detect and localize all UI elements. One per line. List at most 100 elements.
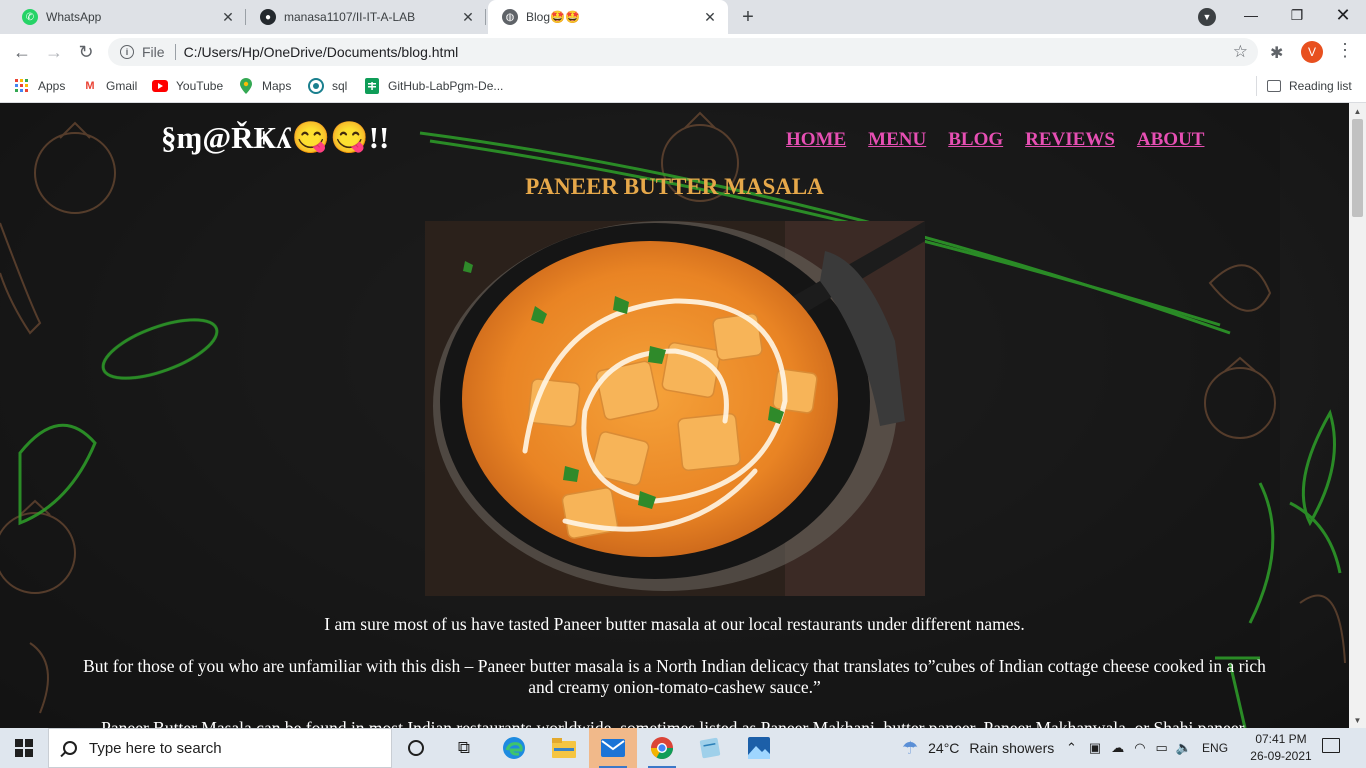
reload-button[interactable]: ↻ (72, 38, 100, 66)
reading-list-icon (1267, 80, 1281, 92)
clock-date: 26-09-2021 (1250, 749, 1312, 763)
battery-icon[interactable]: ▭ (1156, 740, 1168, 756)
nav-reviews-link[interactable]: REVIEWS (1025, 129, 1115, 151)
close-icon[interactable]: ✕ (220, 9, 236, 25)
close-window-button[interactable]: ✕ (1320, 0, 1366, 30)
tab-title: manasa1107/II-IT-A-LAB (284, 10, 416, 24)
bookmark-label: YouTube (176, 79, 224, 93)
volume-icon[interactable]: 🔈 (1176, 740, 1192, 756)
photos-icon (748, 737, 770, 759)
tab-strip: ✆ WhatsApp ✕ ● manasa1107/II-IT-A-LAB ✕ … (0, 0, 1366, 34)
globe-icon: ◍ (502, 9, 518, 25)
windows-logo-icon (15, 739, 33, 757)
bookmark-label: sql (332, 79, 348, 93)
forward-button[interactable]: → (40, 38, 68, 66)
info-icon[interactable]: i (120, 45, 134, 59)
mail-icon (601, 739, 625, 757)
nav-home-link[interactable]: HOME (786, 129, 846, 151)
bookmark-label: Apps (38, 79, 66, 93)
back-button[interactable]: ← (8, 38, 36, 66)
notepad-app[interactable] (686, 728, 734, 768)
site-logo[interactable]: §ɱ@ŘҜʎ😋😋!! (161, 119, 389, 156)
bookmark-sql[interactable]: sql (308, 76, 347, 96)
bookmark-label: Gmail (106, 79, 138, 93)
menu-icon[interactable]: ⋮ (1336, 40, 1354, 61)
cortana-icon (408, 740, 424, 756)
tab-search-icon[interactable]: ▼ (1198, 8, 1216, 26)
bookmark-github-labpgm[interactable]: GitHub-LabPgm-De... (364, 76, 503, 96)
onedrive-icon[interactable]: ☁ (1111, 740, 1124, 756)
cortana-button[interactable] (392, 728, 440, 768)
reading-list-button[interactable]: Reading list (1256, 76, 1352, 96)
whatsapp-icon: ✆ (22, 9, 38, 25)
apps-grid-icon (14, 78, 30, 94)
sheets-icon (364, 78, 380, 94)
photos-app[interactable] (735, 728, 783, 768)
tab-title: Blog🤩🤩 (526, 10, 580, 24)
description-paragraph: But for those of you who are unfamiliar … (83, 656, 1266, 697)
weather-condition: Rain showers (969, 740, 1055, 756)
task-view-button[interactable]: ⧉ (440, 728, 488, 768)
profile-avatar[interactable]: V (1301, 41, 1323, 63)
tab-github[interactable]: ● manasa1107/II-IT-A-LAB ✕ (246, 0, 486, 34)
bookmark-gmail[interactable]: M Gmail (82, 76, 137, 96)
notification-center-icon[interactable] (1322, 738, 1340, 753)
youtube-icon (152, 78, 168, 94)
minimize-button[interactable]: — (1228, 0, 1274, 30)
search-icon (63, 741, 77, 755)
mail-app[interactable] (589, 728, 637, 768)
scheme-label: File (142, 44, 165, 60)
file-explorer-app[interactable] (540, 728, 588, 768)
rain-cloud-icon: ☂ (902, 737, 919, 758)
file-explorer-icon (552, 738, 576, 758)
close-icon[interactable]: ✕ (460, 9, 476, 25)
scroll-down-arrow[interactable]: ▼ (1349, 712, 1366, 728)
maps-icon (238, 78, 254, 94)
language-indicator[interactable]: ENG (1202, 741, 1228, 755)
reading-list-label: Reading list (1289, 79, 1352, 93)
start-button[interactable] (0, 728, 48, 768)
scrollbar-thumb[interactable] (1352, 119, 1363, 217)
wifi-icon[interactable]: ◠ (1134, 740, 1145, 756)
bookmark-youtube[interactable]: YouTube (152, 76, 223, 96)
meet-now-icon[interactable]: ▣ (1089, 740, 1101, 756)
site-nav: HOME MENU BLOG REVIEWS ABOUT (786, 129, 1204, 151)
page-viewport: §ɱ@ŘҜʎ😋😋!! HOME MENU BLOG REVIEWS ABOUT … (0, 103, 1349, 728)
weather-temperature: 24°C (928, 740, 960, 756)
extensions-icon[interactable]: ✱ (1270, 43, 1283, 63)
weather-widget[interactable]: ☂ 24°C Rain showers (902, 728, 1054, 768)
intro-paragraph: I am sure most of us have tasted Paneer … (324, 614, 1025, 634)
bookmark-apps[interactable]: Apps (14, 76, 65, 96)
nav-menu-link[interactable]: MENU (868, 129, 926, 151)
sql-icon (308, 78, 324, 94)
close-icon[interactable]: ✕ (702, 9, 718, 25)
tab-whatsapp[interactable]: ✆ WhatsApp ✕ (8, 0, 246, 34)
gmail-icon: M (85, 80, 95, 92)
scroll-up-arrow[interactable]: ▲ (1349, 103, 1366, 119)
edge-app[interactable] (490, 728, 538, 768)
chevron-up-icon[interactable]: ⌃ (1066, 740, 1077, 756)
taskbar-search[interactable]: Type here to search (48, 728, 392, 768)
bookmark-star-icon[interactable]: ☆ (1233, 42, 1248, 62)
bookmark-maps[interactable]: Maps (238, 76, 291, 96)
divider (174, 44, 176, 60)
search-placeholder: Type here to search (89, 739, 222, 757)
bookmarks-bar: Apps M Gmail YouTube Maps sql GitHub-Lab… (0, 70, 1366, 103)
tray-icons: ⌃ ▣ ☁ ◠ ▭ 🔈 ENG (1066, 728, 1228, 768)
taskbar-clock[interactable]: 07:41 PM 26-09-2021 (1246, 731, 1316, 765)
tab-blog[interactable]: ◍ Blog🤩🤩 ✕ (488, 0, 728, 34)
nav-blog-link[interactable]: BLOG (948, 129, 1003, 151)
nav-about-link[interactable]: ABOUT (1137, 129, 1205, 151)
url-text[interactable]: C:/Users/Hp/OneDrive/Documents/blog.html (184, 44, 459, 60)
address-bar[interactable]: i File C:/Users/Hp/OneDrive/Documents/bl… (108, 38, 1258, 66)
new-tab-button[interactable]: + (736, 5, 760, 29)
notepad-icon (699, 737, 721, 759)
availability-paragraph: Paneer Butter Masala can be found in mos… (101, 718, 1248, 728)
dish-title: PANEER BUTTER MASALA (525, 174, 824, 199)
clock-time: 07:41 PM (1255, 732, 1307, 746)
vertical-scrollbar[interactable]: ▲ ▼ (1349, 103, 1366, 728)
paneer-butter-masala-photo (425, 221, 925, 596)
maximize-button[interactable]: ❐ (1274, 0, 1320, 30)
chrome-app[interactable] (638, 728, 686, 768)
tab-title: WhatsApp (46, 10, 102, 24)
